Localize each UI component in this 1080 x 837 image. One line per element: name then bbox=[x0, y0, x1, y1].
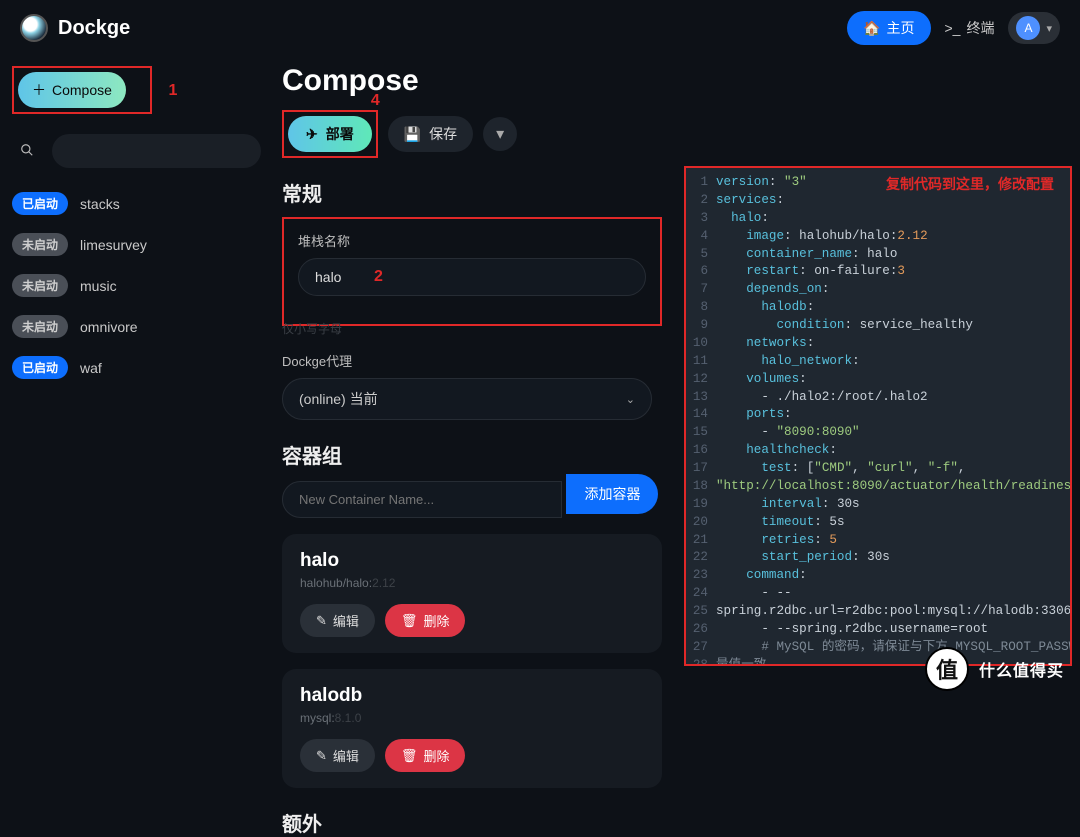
code-annotation: 复制代码到这里，修改配置 bbox=[886, 174, 1054, 194]
code-line: 11 halo_network: bbox=[690, 353, 1062, 371]
code-line: 18"http://localhost:8090/actuator/health… bbox=[690, 478, 1062, 496]
watermark-text: 什么值得买 bbox=[979, 657, 1064, 681]
proxy-select[interactable]: (online) 当前 ⌄ bbox=[282, 378, 652, 420]
avatar: A bbox=[1016, 16, 1040, 40]
card-title: halodb bbox=[300, 685, 644, 707]
code-line: 7 depends_on: bbox=[690, 281, 1062, 299]
home-button[interactable]: 🏠 主页 bbox=[847, 11, 930, 45]
status-badge: 未启动 bbox=[12, 315, 68, 338]
sidebar-item-stacks[interactable]: 已启动 stacks bbox=[12, 192, 248, 215]
code-line: 6 restart: on-failure:3 bbox=[690, 263, 1062, 281]
code-line: 17 test: ["CMD", "curl", "-f", bbox=[690, 460, 1062, 478]
user-menu[interactable]: A ▾ bbox=[1008, 12, 1060, 44]
delete-button[interactable]: 🗑删除 bbox=[385, 604, 466, 637]
code-line: 15 - "8090:8090" bbox=[690, 424, 1062, 442]
sidebar-item-waf[interactable]: 已启动 waf bbox=[12, 356, 248, 379]
code-line: 8 halodb: bbox=[690, 299, 1062, 317]
code-line: 23 command: bbox=[690, 567, 1062, 585]
compose-label: Compose bbox=[52, 82, 112, 98]
edit-button[interactable]: ✎编辑 bbox=[300, 604, 375, 637]
add-container-label: 添加容器 bbox=[584, 486, 640, 502]
status-badge: 已启动 bbox=[12, 356, 68, 379]
code-line: 14 ports: bbox=[690, 406, 1062, 424]
stack-name: music bbox=[80, 278, 117, 294]
watermark-badge: 值 bbox=[925, 647, 969, 691]
code-line: 10 networks: bbox=[690, 335, 1062, 353]
deploy-label: 部署 bbox=[326, 124, 354, 144]
save-button[interactable]: 💾 保存 bbox=[388, 116, 473, 152]
annotation-box-4: 4 ✈ 部署 bbox=[282, 110, 378, 158]
chevron-down-icon: ⌄ bbox=[626, 393, 635, 406]
app-logo bbox=[20, 14, 48, 42]
code-editor-panel[interactable]: 复制代码到这里，修改配置 1version: "3"2services:3 ha… bbox=[684, 166, 1072, 666]
home-label: 主页 bbox=[887, 18, 915, 38]
pencil-icon: ✎ bbox=[316, 748, 327, 764]
container-card: halo halohub/halo:2.12 ✎编辑 🗑删除 bbox=[282, 534, 662, 653]
sidebar-item-music[interactable]: 未启动 music bbox=[12, 274, 248, 297]
stack-name: stacks bbox=[80, 196, 120, 212]
terminal-icon: >_ bbox=[945, 20, 961, 36]
trash-icon: 🗑 bbox=[401, 613, 418, 629]
code-line: 4 image: halohub/halo:2.12 bbox=[690, 228, 1062, 246]
search-icon bbox=[12, 143, 42, 160]
annotation-box-1: ＋ Compose bbox=[12, 66, 152, 114]
code-line: 5 container_name: halo bbox=[690, 246, 1062, 264]
add-container-button[interactable]: 添加容器 bbox=[566, 474, 658, 514]
stack-name: waf bbox=[80, 360, 102, 376]
code-line: 26 - --spring.r2dbc.username=root bbox=[690, 621, 1062, 639]
annotation-2: 2 bbox=[374, 268, 722, 286]
stackname-label: 堆栈名称 bbox=[298, 231, 646, 250]
code-line: 13 - ./halo2:/root/.halo2 bbox=[690, 389, 1062, 407]
code-line: 16 healthcheck: bbox=[690, 442, 1062, 460]
code-line: 22 start_period: 30s bbox=[690, 549, 1062, 567]
annotation-box-2: 堆栈名称 2 bbox=[282, 217, 662, 326]
status-badge: 已启动 bbox=[12, 192, 68, 215]
save-label: 保存 bbox=[429, 124, 457, 144]
stack-name: omnivore bbox=[80, 319, 138, 335]
rocket-icon: ✈ bbox=[306, 126, 318, 143]
home-icon: 🏠 bbox=[863, 20, 880, 37]
code-line: 24 - -- bbox=[690, 585, 1062, 603]
code-line: 25spring.r2dbc.url=r2dbc:pool:mysql://ha… bbox=[690, 603, 1062, 621]
pencil-icon: ✎ bbox=[316, 613, 327, 629]
status-badge: 未启动 bbox=[12, 274, 68, 297]
code-line: 3 halo: bbox=[690, 210, 1062, 228]
section-extra: 额外 bbox=[282, 808, 1060, 837]
card-title: halo bbox=[300, 550, 644, 572]
brand-name: Dockge bbox=[58, 17, 130, 40]
chevron-down-icon: ▾ bbox=[1046, 22, 1052, 35]
proxy-value: (online) 当前 bbox=[299, 389, 378, 409]
plus-icon: ＋ bbox=[32, 80, 46, 100]
code-line: 19 interval: 30s bbox=[690, 496, 1062, 514]
card-subtitle: halohub/halo:2.12 bbox=[300, 576, 644, 590]
code-line: 12 volumes: bbox=[690, 371, 1062, 389]
deploy-button[interactable]: ✈ 部署 bbox=[288, 116, 372, 152]
annotation-4: 4 bbox=[371, 92, 380, 110]
caret-down-icon: ▾ bbox=[496, 124, 504, 144]
save-icon: 💾 bbox=[404, 126, 421, 143]
status-badge: 未启动 bbox=[12, 233, 68, 256]
code-line: 9 condition: service_healthy bbox=[690, 317, 1062, 335]
terminal-label: 终端 bbox=[966, 18, 994, 38]
sidebar-item-limesurvey[interactable]: 未启动 limesurvey bbox=[12, 233, 248, 256]
delete-button[interactable]: 🗑删除 bbox=[385, 739, 466, 772]
container-card: halodb mysql:8.1.0 ✎编辑 🗑删除 bbox=[282, 669, 662, 788]
new-container-input[interactable] bbox=[282, 481, 562, 518]
search-input[interactable] bbox=[52, 134, 261, 168]
code-line: 20 timeout: 5s bbox=[690, 514, 1062, 532]
page-title: Compose bbox=[282, 64, 1060, 98]
trash-icon: 🗑 bbox=[401, 748, 418, 764]
more-menu-button[interactable]: ▾ bbox=[483, 117, 517, 151]
code-line: 21 retries: 5 bbox=[690, 532, 1062, 550]
watermark: 值 什么值得买 bbox=[925, 647, 1064, 691]
card-subtitle: mysql:8.1.0 bbox=[300, 711, 644, 725]
code-line: 2services: bbox=[690, 192, 1062, 210]
compose-button[interactable]: ＋ Compose bbox=[18, 72, 126, 108]
sidebar-item-omnivore[interactable]: 未启动 omnivore bbox=[12, 315, 248, 338]
terminal-link[interactable]: >_ 终端 bbox=[945, 18, 995, 38]
edit-button[interactable]: ✎编辑 bbox=[300, 739, 375, 772]
annotation-1: 1 bbox=[168, 82, 177, 100]
stack-name: limesurvey bbox=[80, 237, 147, 253]
